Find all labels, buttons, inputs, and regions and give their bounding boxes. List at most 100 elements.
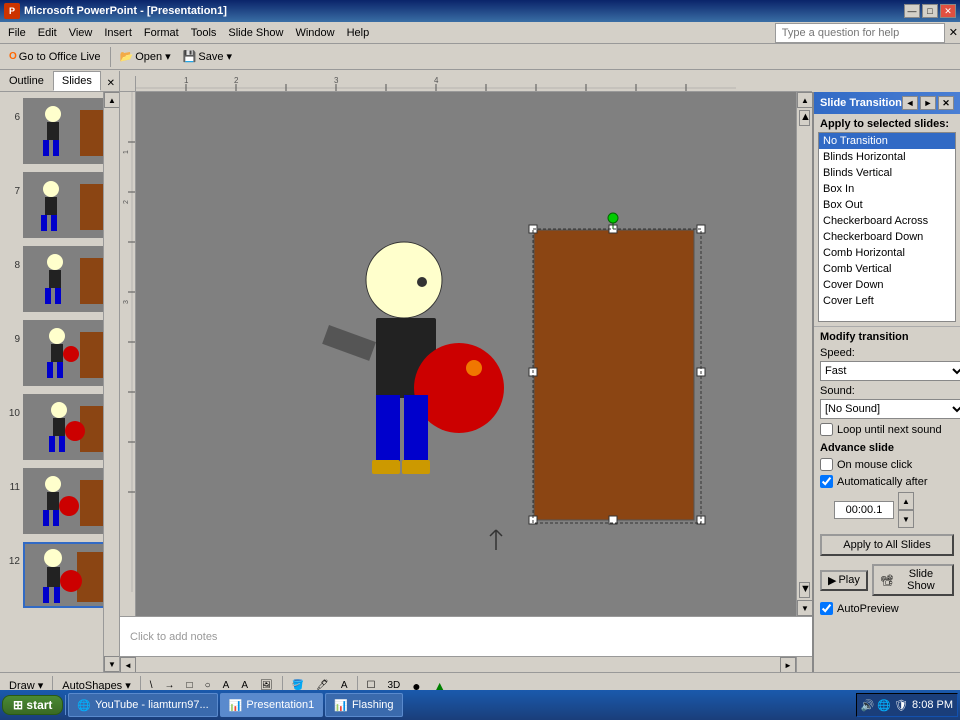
list-item[interactable]: 7 — [6, 172, 111, 238]
transition-panel-header: Slide Transition ◄ ► ✕ — [814, 92, 960, 114]
time-spinners: ▲ ▼ — [898, 492, 914, 528]
title-bar: P Microsoft PowerPoint - [Presentation1]… — [0, 0, 960, 22]
menu-tools[interactable]: Tools — [185, 25, 223, 41]
transition-list[interactable]: No Transition Blinds Horizontal Blinds V… — [818, 132, 956, 322]
scroll-track — [104, 108, 119, 656]
notes-area[interactable]: Click to add notes — [120, 616, 812, 656]
slide-thumbnail-10[interactable] — [23, 394, 111, 460]
system-tray: 🔊 🌐 🛡 8:08 PM — [856, 693, 958, 717]
svg-text:3: 3 — [123, 300, 130, 304]
svg-text:2: 2 — [123, 200, 130, 204]
transition-item-checkerboard-down[interactable]: Checkerboard Down — [819, 229, 955, 245]
transition-item-comb-v[interactable]: Comb Vertical — [819, 261, 955, 277]
scroll-up-button[interactable]: ▲ — [104, 92, 120, 108]
transition-item-box-out[interactable]: Box Out — [819, 197, 955, 213]
tab-outline[interactable]: Outline — [0, 71, 53, 91]
help-search-input[interactable] — [775, 23, 945, 43]
taskbar-item-flashing[interactable]: 📊 Flashing — [325, 693, 402, 717]
tp-close-icon[interactable]: ✕ — [938, 96, 954, 110]
sound-select[interactable]: [No Sound] — [820, 399, 960, 419]
save-button[interactable]: 💾 Save ▾ — [178, 46, 237, 68]
transition-item-comb-h[interactable]: Comb Horizontal — [819, 245, 955, 261]
office-live-icon: O — [9, 51, 17, 62]
transition-item-box-in[interactable]: Box In — [819, 181, 955, 197]
auto-after-checkbox[interactable] — [820, 475, 833, 488]
loop-row[interactable]: Loop until next sound — [814, 421, 960, 438]
apply-all-button[interactable]: Apply to All Slides — [820, 534, 954, 556]
open-button[interactable]: 📂 Open ▾ — [115, 46, 176, 68]
auto-preview-row[interactable]: AutoPreview — [814, 600, 960, 617]
slide-panel: 6 7 — [0, 92, 120, 672]
on-mouse-click-checkbox[interactable] — [820, 458, 833, 471]
time-spin-up[interactable]: ▲ — [898, 492, 914, 510]
auto-preview-label: AutoPreview — [837, 603, 899, 615]
app-icon: P — [4, 3, 20, 19]
list-item[interactable]: 6 — [6, 98, 111, 164]
time-input[interactable] — [834, 501, 894, 519]
help-search-close[interactable]: ✕ — [949, 26, 958, 39]
transition-item-cover-down[interactable]: Cover Down — [819, 277, 955, 293]
canvas-scroll-down-button[interactable]: ▼ — [797, 600, 812, 616]
auto-preview-checkbox[interactable] — [820, 602, 833, 615]
list-item[interactable]: 10 — [6, 394, 111, 460]
transition-panel-title: Slide Transition — [820, 97, 902, 109]
speed-select[interactable]: Fast Medium Slow — [820, 361, 960, 381]
menu-edit[interactable]: Edit — [32, 25, 63, 41]
canvas-scroll-right-button[interactable]: ► — [780, 657, 796, 672]
transition-item-no-transition[interactable]: No Transition — [819, 133, 955, 149]
start-windows-icon: ⊞ — [13, 698, 23, 712]
taskbar-item-youtube[interactable]: 🌐 YouTube - liamturn97... — [68, 693, 217, 717]
tab-slides[interactable]: Slides — [53, 71, 101, 91]
menu-format[interactable]: Format — [138, 25, 185, 41]
transition-item-blinds-h[interactable]: Blinds Horizontal — [819, 149, 955, 165]
maximize-button[interactable]: □ — [922, 4, 938, 18]
canvas-scroll-left-button[interactable]: ◄ — [120, 657, 136, 672]
ruler-corner — [120, 76, 136, 92]
flashing-label: Flashing — [352, 699, 394, 711]
list-item[interactable]: 9 — [6, 320, 111, 386]
auto-after-row[interactable]: Automatically after — [814, 473, 960, 490]
menu-file[interactable]: File — [2, 25, 32, 41]
slide-show-button[interactable]: 📽 Slide Show — [872, 564, 954, 596]
transition-item-checkerboard-across[interactable]: Checkerboard Across — [819, 213, 955, 229]
panel-tabs: Outline Slides ✕ — [0, 71, 120, 92]
slide-thumbnail-12[interactable] — [23, 542, 111, 608]
slide-thumbnail-8[interactable] — [23, 246, 111, 312]
minimize-button[interactable]: — — [904, 4, 920, 18]
time-spin-down[interactable]: ▼ — [898, 510, 914, 528]
start-button[interactable]: ⊞ start — [2, 695, 63, 715]
slideshow-icon: 📽 — [880, 574, 894, 587]
ruler-horizontal: 1 2 3 4 — [136, 76, 812, 92]
menu-insert[interactable]: Insert — [98, 25, 138, 41]
close-button[interactable]: ✕ — [940, 4, 956, 18]
on-mouse-click-row[interactable]: On mouse click — [814, 456, 960, 473]
svg-text:1: 1 — [184, 76, 189, 85]
play-button[interactable]: ▶ Play — [820, 570, 868, 591]
menu-window[interactable]: Window — [289, 25, 340, 41]
menu-help[interactable]: Help — [341, 25, 376, 41]
nav-down-button[interactable]: ▼ — [799, 582, 810, 598]
nav-up-button[interactable]: ▲ — [799, 110, 810, 126]
slide-thumbnail-6[interactable] — [23, 98, 111, 164]
loop-checkbox[interactable] — [820, 423, 833, 436]
tp-back-icon[interactable]: ◄ — [902, 96, 918, 110]
scroll-down-button[interactable]: ▼ — [104, 656, 120, 672]
panel-close-button[interactable]: ✕ — [103, 76, 119, 91]
svg-text:2: 2 — [234, 76, 239, 85]
list-item[interactable]: 8 — [6, 246, 111, 312]
list-item[interactable]: 11 — [6, 468, 111, 534]
save-icon: 💾 — [183, 50, 197, 63]
window-controls: — □ ✕ — [904, 4, 956, 18]
menu-view[interactable]: View — [63, 25, 99, 41]
slide-thumbnail-9[interactable] — [23, 320, 111, 386]
slide-thumbnail-7[interactable] — [23, 172, 111, 238]
slide-thumbnail-11[interactable] — [23, 468, 111, 534]
menu-slideshow[interactable]: Slide Show — [222, 25, 289, 41]
canvas-scroll-up-button[interactable]: ▲ — [797, 92, 812, 108]
transition-item-blinds-v[interactable]: Blinds Vertical — [819, 165, 955, 181]
transition-item-cover-left[interactable]: Cover Left — [819, 293, 955, 309]
taskbar-item-presentation[interactable]: 📊 Presentation1 — [220, 693, 324, 717]
office-live-button[interactable]: O Go to Office Live — [4, 46, 106, 68]
tp-forward-icon[interactable]: ► — [920, 96, 936, 110]
list-item[interactable]: 12 — [6, 542, 111, 608]
